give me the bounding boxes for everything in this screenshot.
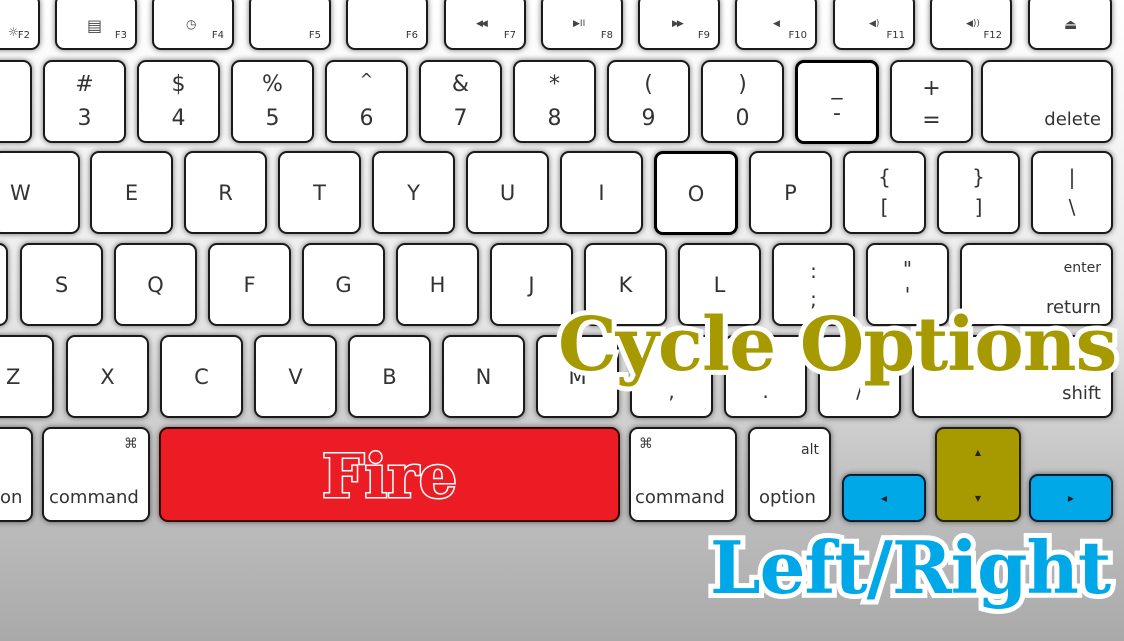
key-minus[interactable]: _ - [795,60,879,144]
key-t[interactable]: T [278,151,361,234]
key-f5[interactable]: F5 [249,0,331,50]
arrow-down-icon: ▼ [974,494,982,503]
arrow-left-icon: ◀ [880,494,888,503]
key-command-left[interactable]: ⌘ command [42,427,150,522]
key-q[interactable]: Q [114,243,197,326]
key-g[interactable]: G [302,243,385,326]
fast-forward-icon: ▶▶ [672,19,684,29]
key-arrow-right[interactable]: ▶ [1029,474,1113,522]
key-f9[interactable]: ▶▶ F9 [638,0,720,50]
key-f6[interactable]: F6 [346,0,428,50]
arrow-up-icon: ▲ [974,448,982,457]
key-7[interactable]: & 7 [419,60,502,143]
key-option-right[interactable]: alt option [748,427,831,522]
keyboard-controls-screen: { "function_row": [ {"icon": "☼", "label… [0,0,1124,641]
key-f12[interactable]: ◀)) F12 [930,0,1012,50]
key-9[interactable]: ( 9 [607,60,690,143]
key-arrow-up-down[interactable]: ▲ ▼ [935,427,1021,522]
key-f11[interactable]: ◀) F11 [833,0,915,50]
key-left-bracket[interactable]: { [ [843,151,926,234]
key-e[interactable]: E [90,151,173,234]
key-8[interactable]: * 8 [513,60,596,143]
key-2-partial[interactable] [0,60,32,143]
key-f3[interactable]: ▤ F3 [55,0,137,50]
key-n[interactable]: N [442,335,525,418]
key-arrow-left[interactable]: ◀ [842,474,926,522]
key-v[interactable]: V [254,335,337,418]
key-h[interactable]: H [396,243,479,326]
key-f[interactable]: F [208,243,291,326]
key-f7[interactable]: ◀◀ F7 [444,0,526,50]
key-s[interactable]: S [20,243,103,326]
fire-label: Fire [320,442,458,512]
key-4[interactable]: $ 4 [137,60,220,143]
mission-control-icon: ▤ [87,16,103,35]
dashboard-icon: ◷ [186,17,197,31]
cycle-options-label: Cycle Options [553,302,1122,388]
key-a-partial[interactable] [0,243,8,326]
eject-icon: ⏏ [1064,17,1078,33]
key-w[interactable]: W [0,151,80,234]
key-b[interactable]: B [348,335,431,418]
key-0[interactable]: ) 0 [701,60,784,143]
key-backslash[interactable]: | \ [1031,151,1113,234]
command-icon: ⌘ [639,436,653,452]
key-equals[interactable]: + = [890,60,973,143]
key-p[interactable]: P [749,151,832,234]
left-right-label: Left/Right [705,525,1116,610]
key-eject[interactable]: ⏏ [1028,0,1112,50]
key-r[interactable]: R [184,151,267,234]
key-f2[interactable]: ☼ F2 [0,0,40,50]
key-x[interactable]: X [66,335,149,418]
arrow-right-icon: ▶ [1067,494,1075,503]
key-y[interactable]: Y [372,151,455,234]
volume-up-icon: ◀)) [966,19,980,29]
key-3[interactable]: # 3 [43,60,126,143]
key-f10[interactable]: ◀ F10 [735,0,817,50]
rewind-icon: ◀◀ [476,19,488,29]
key-command-right[interactable]: ⌘ command [629,427,737,522]
key-o[interactable]: O [654,151,738,235]
key-i[interactable]: I [560,151,643,234]
volume-down-icon: ◀) [869,19,880,29]
key-option-left-partial[interactable]: on [0,427,33,522]
key-delete[interactable]: delete [981,60,1113,143]
key-c[interactable]: C [160,335,243,418]
mute-icon: ◀ [773,19,780,29]
command-icon: ⌘ [124,436,138,452]
key-u[interactable]: U [466,151,549,234]
key-6[interactable]: ^ 6 [325,60,408,143]
key-f4[interactable]: ◷ F4 [152,0,234,50]
play-pause-icon: ▶II [573,19,586,29]
key-f8[interactable]: ▶II F8 [541,0,623,50]
key-spacebar-fire[interactable]: Fire [159,427,620,522]
key-z[interactable]: Z [0,335,54,418]
key-right-bracket[interactable]: } ] [937,151,1020,234]
key-5[interactable]: % 5 [231,60,314,143]
